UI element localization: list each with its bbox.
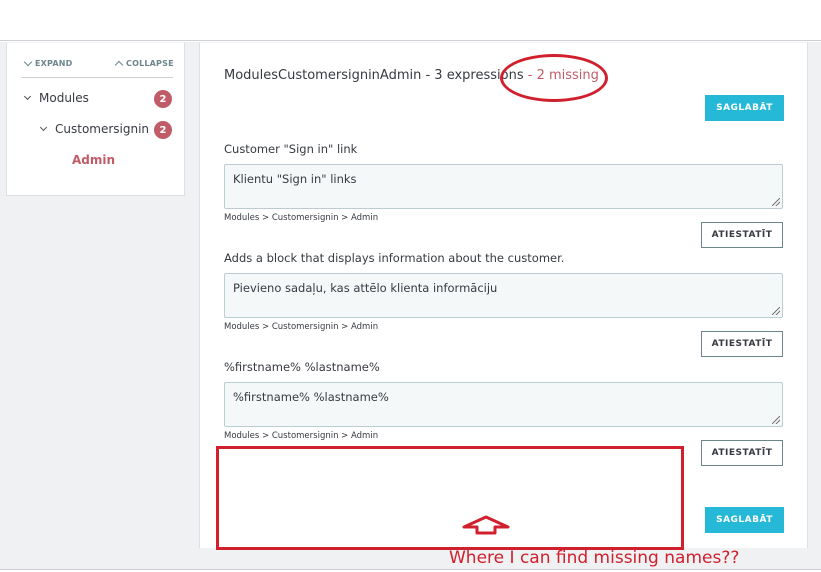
collapse-all-button[interactable]: COLLAPSE (114, 59, 174, 70)
resize-handle-icon[interactable] (772, 198, 780, 206)
top-bar (0, 0, 821, 41)
tree-node-label: Modules (39, 91, 89, 105)
reset-button[interactable]: ATIESTATĪT (701, 331, 783, 357)
translation-textarea[interactable]: %firstname% %lastname% (224, 382, 783, 427)
expression-source-label: Customer "Sign in" link (224, 142, 358, 156)
save-button-top[interactable]: SAGLABĀT (705, 95, 784, 121)
expand-all-button[interactable]: EXPAND (23, 57, 73, 68)
tree-node-admin[interactable]: Admin (72, 153, 115, 167)
expand-label: EXPAND (35, 59, 73, 68)
chevron-down-icon (23, 57, 33, 67)
missing-count-badge: 2 (154, 121, 172, 139)
chevron-down-icon (23, 92, 32, 101)
translation-value: %firstname% %lastname% (233, 390, 389, 404)
translation-value: Klientu "Sign in" links (233, 172, 357, 186)
resize-handle-icon[interactable] (772, 307, 780, 315)
tree-node-customersignin[interactable]: Customersignin (39, 122, 150, 136)
page-title: ModulesCustomersigninAdmin - 3 expressio… (224, 68, 599, 83)
missing-count-badge: 2 (154, 90, 172, 108)
expression-source-label: %firstname% %lastname% (224, 360, 380, 374)
reset-button[interactable]: ATIESTATĪT (701, 222, 783, 248)
expression-path: Modules > Customersignin > Admin (224, 322, 379, 332)
reset-button[interactable]: ATIESTATĪT (701, 440, 783, 466)
translation-textarea[interactable]: Pievieno sadaļu, kas attēlo klienta info… (224, 273, 783, 318)
expression-path: Modules > Customersignin > Admin (224, 213, 379, 223)
chevron-up-icon (114, 60, 124, 70)
resize-handle-icon[interactable] (772, 416, 780, 424)
expression-path: Modules > Customersignin > Admin (224, 431, 379, 441)
translation-tree-panel: EXPAND COLLAPSE Modules 2 Customersignin… (6, 43, 185, 196)
tree-node-label: Customersignin (55, 122, 150, 136)
translation-textarea[interactable]: Klientu "Sign in" links (224, 164, 783, 209)
collapse-label: COLLAPSE (126, 59, 174, 68)
missing-count-text: - 2 missing (523, 68, 599, 83)
tree-actions: EXPAND COLLAPSE (21, 57, 174, 78)
title-text: ModulesCustomersigninAdmin - 3 expressio… (224, 68, 524, 83)
translation-panel: ModulesCustomersigninAdmin - 3 expressio… (199, 43, 808, 548)
expression-source-label: Adds a block that displays information a… (224, 251, 565, 265)
save-button-bottom[interactable]: SAGLABĀT (705, 507, 784, 533)
tree-node-modules[interactable]: Modules (23, 91, 89, 105)
translation-value: Pievieno sadaļu, kas attēlo klienta info… (233, 281, 498, 295)
chevron-down-icon (39, 123, 48, 132)
